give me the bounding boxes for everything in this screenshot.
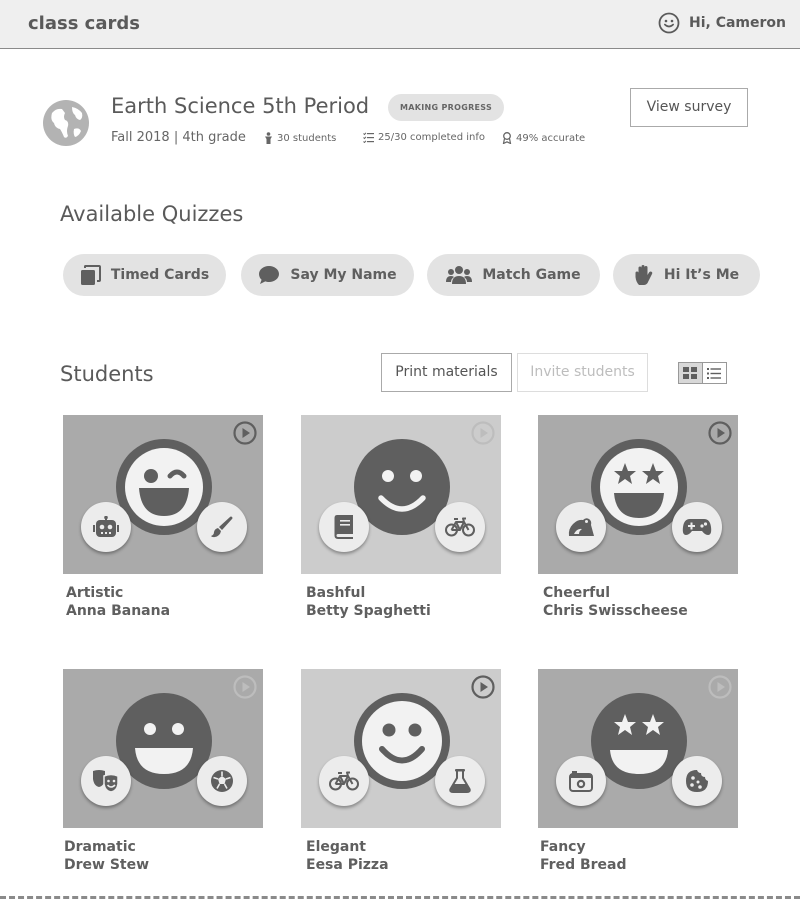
student-name[interactable]: Betty Spaghetti — [306, 603, 431, 619]
student-trait: Bashful — [306, 585, 366, 601]
user-greeting: Hi, Cameron — [688, 15, 786, 31]
checklist-icon — [363, 132, 374, 143]
quizzes-heading: Available Quizzes — [60, 202, 244, 226]
page-fold-divider — [0, 896, 800, 899]
student-name[interactable]: Drew Stew — [64, 857, 149, 873]
class-term: Fall 2018 | 4th grade — [111, 130, 246, 145]
cards-icon — [80, 264, 101, 285]
student-card-drew-stew[interactable] — [63, 669, 263, 828]
globe-icon — [43, 100, 89, 146]
view-survey-button[interactable]: View survey — [630, 88, 748, 127]
quiz-hi-its-me-button[interactable]: Hi It’s Me — [613, 254, 760, 296]
bicycle-badge — [319, 756, 369, 806]
list-icon — [707, 367, 722, 379]
students-heading: Students — [60, 362, 154, 386]
theater-masks-icon — [93, 770, 119, 793]
student-trait: Cheerful — [543, 585, 610, 601]
student-trait: Fancy — [540, 839, 586, 855]
bicycle-badge — [435, 502, 485, 552]
student-name[interactable]: Eesa Pizza — [306, 857, 389, 873]
camera-icon — [569, 771, 593, 792]
cookie-icon — [686, 770, 708, 792]
student-name[interactable]: Chris Swisscheese — [543, 603, 688, 619]
student-trait: Elegant — [306, 839, 366, 855]
student-card-chris-swisscheese[interactable] — [538, 415, 738, 574]
students-count-stat: 30 students — [264, 132, 336, 144]
student-card-anna-banana[interactable] — [63, 415, 263, 574]
group-icon — [446, 266, 473, 284]
grid-icon — [683, 367, 698, 379]
student-name[interactable]: Fred Bread — [540, 857, 627, 873]
robot-badge — [81, 502, 131, 552]
paintbrush-icon — [211, 516, 233, 538]
student-card-betty-spaghetti[interactable] — [301, 415, 501, 574]
play-icon[interactable] — [471, 421, 495, 445]
frog-icon — [568, 518, 594, 536]
quiz-label: Timed Cards — [110, 267, 210, 283]
book-icon — [334, 515, 353, 539]
student-trait: Artistic — [66, 585, 124, 601]
soccer-ball-icon — [211, 770, 233, 792]
gamepad-icon — [682, 519, 712, 535]
robot-icon — [93, 516, 119, 537]
award-icon — [502, 132, 512, 144]
paintbrush-badge — [197, 502, 247, 552]
student-trait: Dramatic — [64, 839, 136, 855]
brand-logo[interactable]: class cards — [28, 13, 140, 34]
play-icon[interactable] — [471, 675, 495, 699]
student-card-fred-bread[interactable] — [538, 669, 738, 828]
play-icon[interactable] — [233, 421, 257, 445]
user-menu[interactable]: Hi, Cameron — [658, 12, 786, 34]
speech-bubble-icon — [259, 266, 280, 284]
soccer-ball-badge — [197, 756, 247, 806]
completed-info-stat: 25/30 completed info — [363, 132, 485, 143]
cookie-badge — [672, 756, 722, 806]
play-icon[interactable] — [233, 675, 257, 699]
student-name[interactable]: Anna Banana — [66, 603, 170, 619]
camera-badge — [556, 756, 606, 806]
quiz-label: Match Game — [482, 267, 581, 283]
quiz-label: Hi It’s Me — [663, 267, 740, 283]
invite-students-button[interactable]: Invite students — [517, 353, 648, 392]
accuracy: 49% accurate — [516, 132, 586, 144]
status-badge: MAKING PROGRESS — [388, 94, 505, 121]
students-count: 30 students — [277, 132, 337, 144]
student-card-eesa-pizza[interactable] — [301, 669, 501, 828]
bicycle-icon — [329, 771, 359, 791]
frog-badge — [556, 502, 606, 552]
view-toggle — [678, 362, 727, 384]
top-bar: class cards Hi, Cameron — [0, 0, 800, 49]
play-icon[interactable] — [708, 421, 732, 445]
completed-info: 25/30 completed info — [378, 132, 485, 143]
play-icon[interactable] — [708, 675, 732, 699]
book-badge — [319, 502, 369, 552]
flask-icon — [449, 769, 471, 793]
theater-masks-badge — [81, 756, 131, 806]
flask-badge — [435, 756, 485, 806]
gamepad-badge — [672, 502, 722, 552]
class-title: Earth Science 5th Period — [111, 94, 370, 118]
quiz-say-my-name-button[interactable]: Say My Name — [241, 254, 414, 296]
list-view-button[interactable] — [703, 363, 726, 383]
bicycle-icon — [445, 517, 475, 537]
accuracy-stat: 49% accurate — [502, 132, 585, 144]
smiley-icon — [658, 12, 680, 34]
hand-icon — [635, 265, 653, 285]
grid-view-button[interactable] — [679, 363, 703, 383]
print-materials-button[interactable]: Print materials — [381, 353, 512, 392]
quiz-match-game-button[interactable]: Match Game — [427, 254, 600, 296]
quiz-label: Say My Name — [290, 267, 397, 283]
quiz-timed-cards-button[interactable]: Timed Cards — [63, 254, 226, 296]
person-icon — [265, 132, 272, 144]
